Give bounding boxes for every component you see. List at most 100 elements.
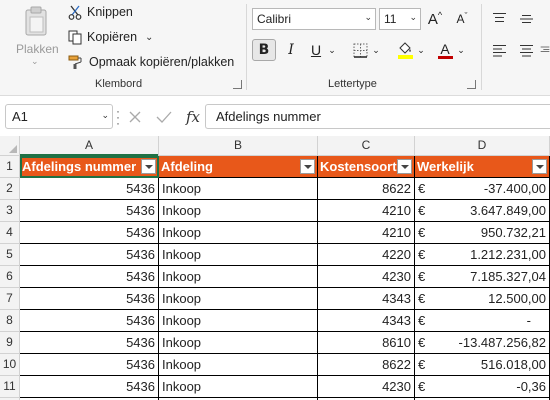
filter-dropdown-icon[interactable] — [397, 159, 412, 174]
row-header[interactable]: 6 — [0, 266, 20, 288]
cost-type-cell[interactable]: 4343 — [318, 310, 415, 332]
decrease-font-size-button[interactable]: Aˇ — [452, 8, 472, 30]
filter-dropdown-icon[interactable] — [532, 159, 547, 174]
cut-button[interactable]: Knippen — [68, 2, 133, 22]
department-cell[interactable]: Inkoop — [159, 244, 318, 266]
row-header[interactable]: 2 — [0, 178, 20, 200]
copy-icon — [68, 30, 82, 44]
font-name-select[interactable]: Calibri ⌄ — [252, 8, 376, 30]
actual-amount-cell[interactable]: € -13.487.256,82 — [415, 332, 550, 354]
column-header-c[interactable]: C — [318, 136, 415, 156]
header-cell[interactable]: Afdeling — [159, 156, 318, 178]
row-header[interactable]: 9 — [0, 332, 20, 354]
clipboard-group-label: Klembord — [95, 78, 143, 90]
cost-type-cell[interactable]: 8622 — [318, 178, 415, 200]
increase-font-size-button[interactable]: A ^ — [425, 8, 445, 30]
cancel-icon[interactable] — [128, 110, 142, 124]
actual-amount-cell[interactable]: € -0,36 — [415, 376, 550, 398]
header-cell[interactable]: Kostensoort — [318, 156, 415, 178]
cost-type-cell[interactable]: 4210 — [318, 222, 415, 244]
department-cell[interactable]: Inkoop — [159, 310, 318, 332]
department-number-cell[interactable]: 5436 — [20, 222, 159, 244]
column-header-b[interactable]: B — [159, 136, 318, 156]
department-number-cell[interactable]: 5436 — [20, 354, 159, 376]
department-number-cell[interactable]: 5436 — [20, 244, 159, 266]
chevron-down-icon[interactable]: ⌄ — [145, 32, 153, 43]
formula-input[interactable]: Afdelings nummer — [205, 104, 550, 129]
row-header[interactable]: 7 — [0, 288, 20, 310]
actual-amount-cell[interactable]: € -37.400,00 — [415, 178, 550, 200]
row-header[interactable]: 4 — [0, 222, 20, 244]
actual-amount-cell[interactable]: €1.212.231,00 — [415, 244, 550, 266]
row-header[interactable]: 3 — [0, 200, 20, 222]
font-color-button[interactable]: A — [436, 39, 454, 61]
department-number-cell[interactable]: 5436 — [20, 376, 159, 398]
department-number-cell[interactable]: 5436 — [20, 332, 159, 354]
department-cell[interactable]: Inkoop — [159, 222, 318, 244]
actual-amount-cell[interactable]: €12.500,00 — [415, 288, 550, 310]
underline-button[interactable]: U — [306, 39, 326, 61]
row-header[interactable]: 8 — [0, 310, 20, 332]
chevron-down-icon[interactable]: ⌄ — [371, 39, 381, 61]
borders-button[interactable] — [349, 39, 371, 61]
cost-type-cell[interactable]: 8622 — [318, 354, 415, 376]
department-cell[interactable]: Inkoop — [159, 332, 318, 354]
font-size-select[interactable]: 11 ⌄ — [379, 8, 421, 30]
clipboard-dialog-launcher-icon[interactable] — [233, 80, 242, 89]
align-middle-button[interactable] — [516, 8, 536, 30]
department-cell[interactable]: Inkoop — [159, 376, 318, 398]
column-header-d[interactable]: D — [415, 136, 550, 156]
name-box-value: A1 — [12, 109, 28, 124]
italic-button[interactable]: I — [281, 39, 301, 61]
actual-amount-cell[interactable]: € - — [415, 310, 550, 332]
insert-function-button[interactable]: fx — [186, 108, 200, 126]
align-top-button[interactable] — [489, 8, 509, 30]
borders-icon — [353, 43, 367, 58]
actual-amount-cell[interactable]: €950.732,21 — [415, 222, 550, 244]
align-left-button[interactable] — [489, 39, 509, 61]
row-header[interactable]: 5 — [0, 244, 20, 266]
department-cell[interactable]: Inkoop — [159, 266, 318, 288]
row-header[interactable]: 1 — [0, 156, 20, 178]
department-cell[interactable]: Inkoop — [159, 354, 318, 376]
select-all-button[interactable] — [0, 136, 20, 156]
cost-type-cell[interactable]: 4230 — [318, 266, 415, 288]
header-cell[interactable]: Werkelijk — [415, 156, 550, 178]
filter-dropdown-icon[interactable] — [300, 159, 315, 174]
department-cell[interactable]: Inkoop — [159, 288, 318, 310]
department-number-cell[interactable]: 5436 — [20, 288, 159, 310]
align-center-button[interactable] — [516, 39, 536, 61]
actual-amount-cell[interactable]: €7.185.327,04 — [415, 266, 550, 288]
actual-amount-cell[interactable]: €3.647.849,00 — [415, 200, 550, 222]
paste-button[interactable]: Plakken ⌄ — [10, 4, 62, 70]
cost-type-cell[interactable]: 4210 — [318, 200, 415, 222]
column-header-a[interactable]: A — [20, 136, 159, 156]
department-number-cell[interactable]: 5436 — [20, 178, 159, 200]
bold-button[interactable]: B — [252, 39, 276, 61]
actual-amount-cell[interactable]: €516.018,00 — [415, 354, 550, 376]
department-number-cell[interactable]: 5436 — [20, 200, 159, 222]
fill-color-button[interactable] — [394, 39, 416, 61]
chevron-down-icon[interactable]: ⌄ — [456, 39, 466, 61]
department-cell[interactable]: Inkoop — [159, 178, 318, 200]
copy-button[interactable]: Kopiëren ⌄ — [68, 27, 153, 47]
department-number-cell[interactable]: 5436 — [20, 310, 159, 332]
header-cell[interactable]: Afdelings nummer — [20, 156, 159, 178]
font-dialog-launcher-icon[interactable] — [467, 80, 476, 89]
chevron-down-icon[interactable]: ⌄ — [327, 39, 337, 61]
name-box[interactable]: A1 ⌄ — [5, 104, 113, 129]
row-header[interactable]: 11 — [0, 376, 20, 398]
filter-dropdown-icon[interactable] — [141, 159, 156, 174]
format-painter-button[interactable]: Opmaak kopiëren/plakken — [68, 52, 234, 72]
department-number-cell[interactable]: 5436 — [20, 266, 159, 288]
cost-type-cell[interactable]: 4230 — [318, 376, 415, 398]
more-options-icon[interactable]: · · · — [116, 105, 120, 129]
department-cell[interactable]: Inkoop — [159, 200, 318, 222]
cost-type-cell[interactable]: 4343 — [318, 288, 415, 310]
cost-type-cell[interactable]: 8610 — [318, 332, 415, 354]
row-header[interactable]: 10 — [0, 354, 20, 376]
cost-type-cell[interactable]: 4220 — [318, 244, 415, 266]
align-right-button[interactable] — [540, 39, 550, 61]
enter-check-icon[interactable] — [156, 110, 172, 124]
chevron-down-icon[interactable]: ⌄ — [416, 39, 426, 61]
